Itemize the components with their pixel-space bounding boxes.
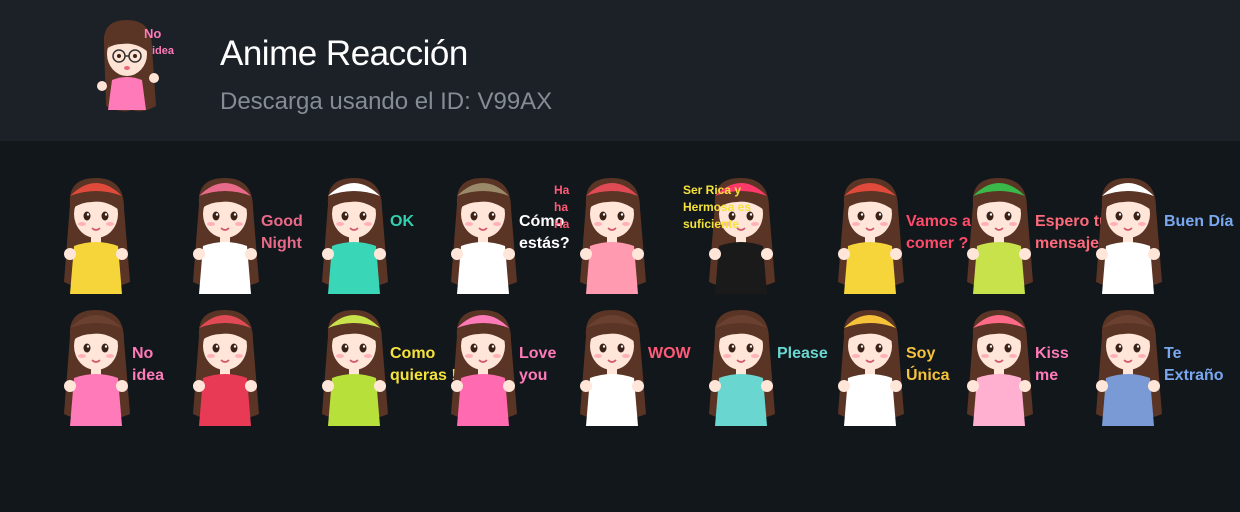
sticker[interactable]: Kiss me <box>943 302 1069 432</box>
sticker-caption: ha <box>554 200 568 214</box>
sticker[interactable]: Good Night <box>169 170 303 300</box>
sticker[interactable]: OK <box>298 170 424 300</box>
sticker-girl-illustration: Ser Rica y Hermosa es suficiente <box>683 178 775 294</box>
sticker-girl-illustration <box>64 178 130 294</box>
sticker-girl-illustration: Ha ha Ha <box>554 178 646 294</box>
sticker-caption: Good <box>261 213 303 230</box>
sticker-caption: OK <box>390 213 414 230</box>
sticker-girl-illustration: Te Extraño <box>1096 310 1224 426</box>
sticker-caption: Hermosa es <box>683 200 751 214</box>
sticker[interactable]: Cómo estás? <box>427 170 570 300</box>
sticker-girl-illustration: Good Night <box>193 178 303 294</box>
sticker-caption: idea <box>132 367 164 384</box>
sticker-grid: Good Night OK Cómo estás? Ha ha Ha Ser Rica y Her… <box>40 170 1233 440</box>
sticker-caption: me <box>1035 367 1058 384</box>
sticker-girl-illustration: Love you <box>451 310 556 426</box>
sticker-girl-illustration: Vamos acomer ? <box>838 178 971 294</box>
sticker-girl-illustration: Comoquieras ! <box>322 310 457 426</box>
pack-download-id: Descarga usando el ID: V99AX <box>220 88 553 115</box>
pack-title: Anime Reacción <box>220 34 468 73</box>
sticker[interactable]: Como quieras ! <box>298 302 457 432</box>
sticker-caption: Kiss <box>1035 345 1069 362</box>
sticker[interactable] <box>40 170 166 300</box>
sticker-girl-illustration: Espero tumensaje <box>967 178 1109 294</box>
sticker[interactable]: Love you <box>427 302 556 432</box>
sticker-girl-illustration: Please <box>709 310 828 426</box>
sticker-girl-illustration: No idea <box>64 310 164 426</box>
pack-header: No idea Anime Reacción Descarga usando e… <box>0 0 1240 141</box>
sticker-caption: No <box>132 345 154 362</box>
sticker-girl-illustration: Cómoestás? <box>451 178 570 294</box>
sticker[interactable] <box>169 302 295 432</box>
pack-icon-caption-1: No <box>144 26 161 41</box>
sticker-caption: Soy <box>906 345 935 362</box>
sticker-caption: Love <box>519 345 556 362</box>
sticker-caption: Te <box>1164 345 1182 362</box>
sticker-caption: suficiente <box>683 217 739 231</box>
pack-icon-caption-2: idea <box>152 45 175 57</box>
sticker-caption: Extraño <box>1164 367 1224 384</box>
sticker[interactable]: Buen Día <box>1072 170 1233 300</box>
sticker-girl-illustration <box>193 310 259 426</box>
sticker-girl-illustration: WOW <box>580 310 692 426</box>
sticker-girl-illustration: Kiss me <box>967 310 1069 426</box>
sticker[interactable]: Ser Rica y Hermosa es suficiente <box>683 170 811 300</box>
sticker[interactable]: Ha ha Ha <box>554 170 682 300</box>
sticker-caption: Ser Rica y <box>683 183 741 197</box>
sticker[interactable]: No idea <box>40 302 166 432</box>
sticker-girl-illustration: Buen Día <box>1096 178 1233 294</box>
sticker[interactable]: Please <box>685 302 828 432</box>
sticker-caption: Ha <box>554 183 570 197</box>
sticker-caption: Night <box>261 235 303 252</box>
sticker[interactable]: Soy Única <box>814 302 950 432</box>
sticker[interactable]: WOW <box>556 302 692 432</box>
sticker[interactable]: Espero tu mensaje <box>943 170 1109 300</box>
sticker[interactable]: Vamos a comer ? <box>814 170 971 300</box>
sticker[interactable]: Te Extraño <box>1072 302 1224 432</box>
sticker-caption: Buen Día <box>1164 213 1233 230</box>
sticker-girl-illustration: SoyÚnica <box>838 310 950 426</box>
sticker-girl-illustration: OK <box>322 178 414 294</box>
pack-icon: No idea <box>82 14 182 126</box>
sticker-caption: Ha <box>554 217 570 231</box>
sticker-caption: you <box>519 367 547 384</box>
